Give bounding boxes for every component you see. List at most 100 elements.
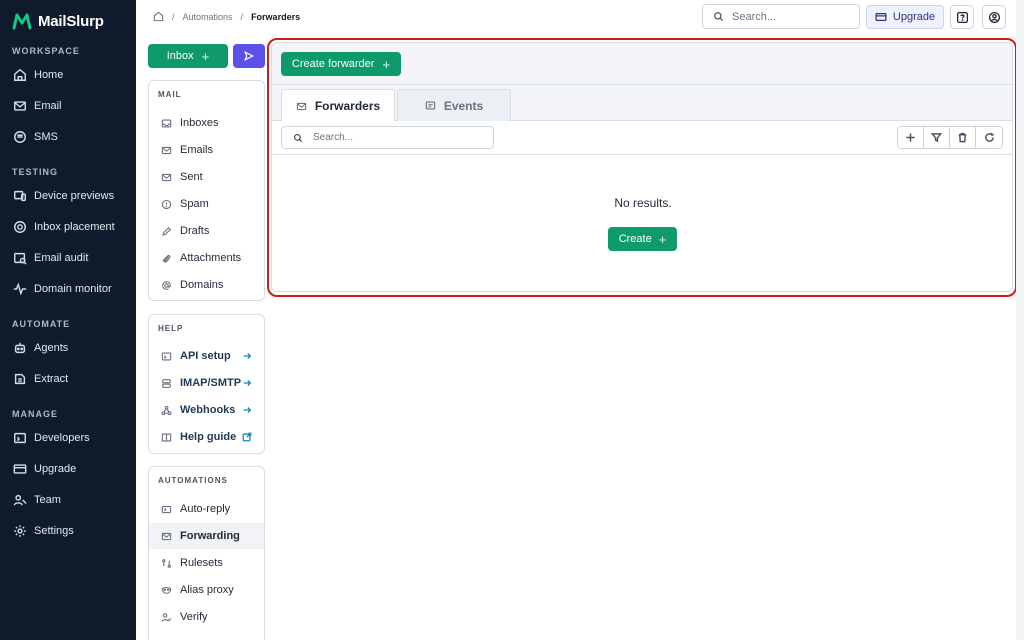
new-inbox-button[interactable]: Inbox + xyxy=(148,44,228,68)
panel-item-help-guide[interactable]: Help guide xyxy=(149,424,264,450)
target-icon xyxy=(13,221,26,233)
plus-icon: + xyxy=(201,48,210,64)
home-icon xyxy=(13,68,26,81)
brand[interactable]: MailSlurp xyxy=(12,11,104,31)
refresh-icon xyxy=(984,132,994,142)
nav-item-inbox-placement[interactable]: Inbox placement xyxy=(12,217,115,237)
nav-item-home[interactable]: Home xyxy=(12,65,63,85)
panel-item-emails[interactable]: Emails xyxy=(149,137,264,163)
trash-icon xyxy=(958,132,967,143)
webhook-icon xyxy=(161,405,172,415)
tabs-row: Forwarders Events xyxy=(272,85,1012,122)
nav-item-extract[interactable]: Extract xyxy=(12,369,68,389)
search-placeholder: Search... xyxy=(732,10,777,23)
auto-reply-icon xyxy=(161,505,172,513)
panel-item-auto-reply[interactable]: Auto-reply xyxy=(149,496,264,522)
tab-label: Forwarders xyxy=(314,99,381,113)
add-button[interactable] xyxy=(898,127,924,148)
sms-icon xyxy=(13,131,26,143)
search-placeholder: Search... xyxy=(313,132,354,143)
panel-item-inboxes[interactable]: Inboxes xyxy=(149,110,264,136)
nav-item-email[interactable]: Email xyxy=(12,96,62,116)
audit-icon xyxy=(13,252,27,265)
arrow-right-icon xyxy=(243,380,252,386)
home-icon[interactable] xyxy=(153,11,164,22)
nav-item-email-audit[interactable]: Email audit xyxy=(12,248,88,268)
mail-icon xyxy=(161,146,172,154)
tab-label: Events xyxy=(443,98,484,113)
panel-item-verify[interactable]: Verify xyxy=(149,604,264,630)
filter-button[interactable] xyxy=(924,127,950,148)
panel-item-alias-proxy[interactable]: Alias proxy xyxy=(149,577,264,603)
nav-item-settings[interactable]: Settings xyxy=(12,521,74,541)
page-scrollbar[interactable] xyxy=(1016,0,1024,640)
server-icon xyxy=(162,378,171,388)
send-email-button[interactable] xyxy=(233,44,265,68)
upgrade-button[interactable]: Upgrade xyxy=(866,5,944,29)
forwarder-icon xyxy=(296,102,306,110)
nav-item-domain-monitor[interactable]: Domain monitor xyxy=(12,279,112,299)
create-forwarder-button[interactable]: Create forwarder + xyxy=(281,52,401,76)
forwarder-search-input[interactable]: Search... xyxy=(281,126,494,149)
nav-item-agents[interactable]: Agents xyxy=(12,338,68,358)
mailslurp-logo-icon xyxy=(12,13,32,30)
panel-item-webhooks[interactable]: Webhooks xyxy=(149,397,264,423)
extract-icon xyxy=(14,373,25,385)
breadcrumb-forwarders: Forwarders xyxy=(251,11,301,22)
git-compare-icon xyxy=(162,558,171,568)
section-title-manage: MANAGE xyxy=(12,409,58,419)
inbox-button-label: Inbox xyxy=(166,50,194,62)
panel-item-drafts[interactable]: Drafts xyxy=(149,218,264,244)
panel-title-mail: MAIL xyxy=(158,90,182,99)
nav-item-team[interactable]: Team xyxy=(12,490,61,510)
create-label: Create xyxy=(618,233,652,245)
panel-item-domains[interactable]: Domains xyxy=(149,272,264,298)
nav-item-label: Home xyxy=(34,69,64,81)
tab-events[interactable]: Events xyxy=(397,89,511,121)
nav-item-developers[interactable]: Developers xyxy=(12,428,90,448)
paperclip-icon xyxy=(163,254,171,263)
panel-item-rulesets[interactable]: Rulesets xyxy=(149,550,264,576)
search-icon xyxy=(294,133,303,142)
breadcrumb-automations[interactable]: Automations xyxy=(183,12,233,22)
nav-item-label: Extract xyxy=(34,373,69,385)
external-link-icon xyxy=(242,432,252,442)
panel-item-attachments[interactable]: Attachments xyxy=(149,245,264,271)
section-title-automate: AUTOMATE xyxy=(12,319,71,329)
create-button[interactable]: Create + xyxy=(608,227,677,251)
filter-icon xyxy=(931,133,942,143)
pencil-icon xyxy=(162,226,172,236)
empty-state-text: No results. xyxy=(614,196,672,210)
nav-item-upgrade[interactable]: Upgrade xyxy=(12,459,76,479)
events-icon xyxy=(425,101,435,110)
global-search-input[interactable]: Search... xyxy=(702,4,860,29)
mail-icon xyxy=(13,101,26,111)
delete-button[interactable] xyxy=(950,127,976,148)
alert-circle-icon xyxy=(161,199,172,209)
mail-panel: MAIL Inboxes Emails Sent Spam Drafts Att… xyxy=(148,80,265,301)
brand-name: MailSlurp xyxy=(38,12,104,30)
refresh-button[interactable] xyxy=(976,127,1002,148)
help-icon xyxy=(956,11,968,23)
pulse-icon xyxy=(13,282,26,296)
tab-forwarders[interactable]: Forwarders xyxy=(281,89,395,122)
panel-item-api-setup[interactable]: API setup xyxy=(149,343,264,369)
panel-item-forwarding[interactable]: Forwarding xyxy=(149,523,264,549)
mask-icon xyxy=(161,586,172,594)
help-button[interactable] xyxy=(950,5,974,29)
nav-item-sms[interactable]: SMS xyxy=(12,127,58,147)
user-check-icon xyxy=(161,612,172,622)
help-panel: HELP API setup IMAP/SMTP Webhooks Help g… xyxy=(148,314,265,454)
nav-item-label: Domain monitor xyxy=(34,283,112,295)
device-icon xyxy=(13,190,26,202)
panel-item-spam[interactable]: Spam xyxy=(149,191,264,217)
nav-item-label: Email xyxy=(34,100,62,112)
panel-item-imap-smtp[interactable]: IMAP/SMTP xyxy=(149,370,264,396)
search-icon xyxy=(714,12,724,22)
nav-item-device-previews[interactable]: Device previews xyxy=(12,186,114,206)
nav-item-label: SMS xyxy=(34,131,58,143)
account-button[interactable] xyxy=(982,5,1006,29)
panel-title-help: HELP xyxy=(158,324,184,333)
panel-item-sent[interactable]: Sent xyxy=(149,164,264,190)
main-sidebar: MailSlurp WORKSPACE Home Email SMS TESTI… xyxy=(0,0,136,640)
